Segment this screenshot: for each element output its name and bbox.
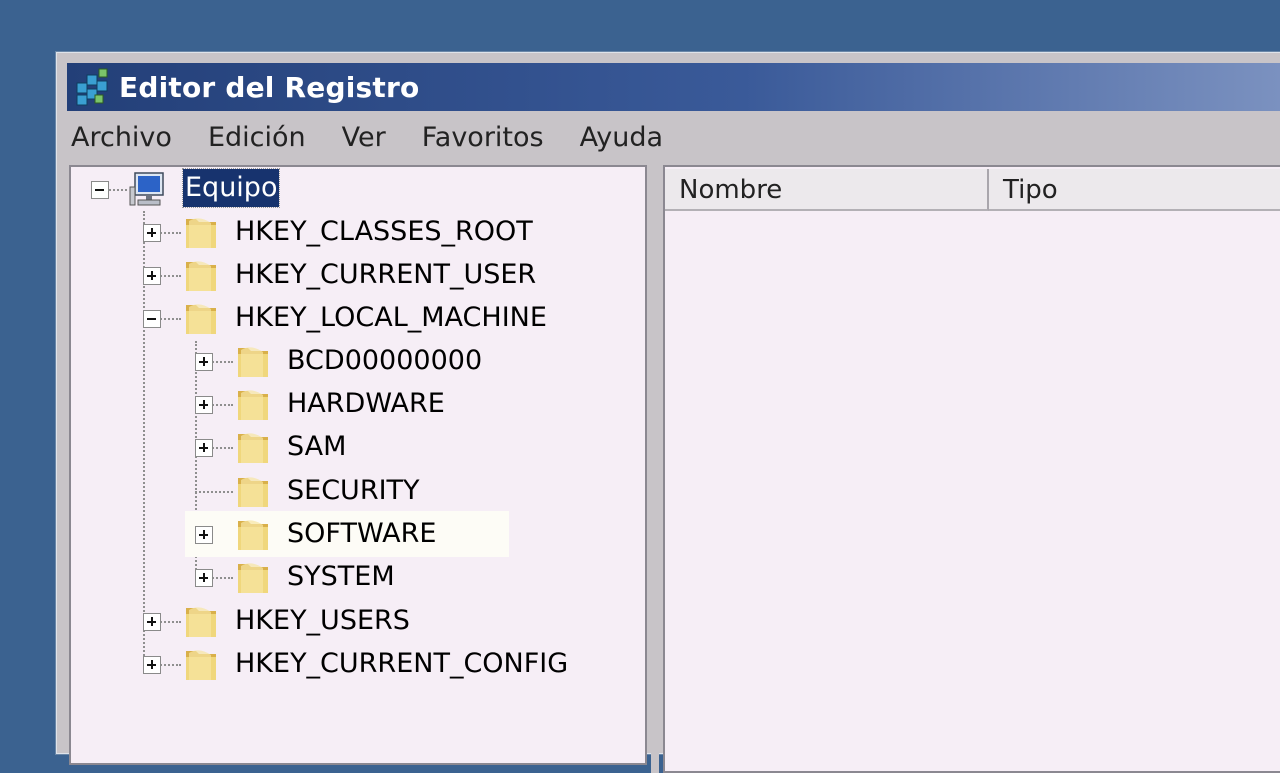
tree-node-security[interactable]: SECURITY [287,471,420,511]
column-header-tipo[interactable]: Tipo [989,169,1280,211]
folder-icon [186,607,216,637]
expand-toggle[interactable] [195,396,213,414]
folder-icon [186,218,216,248]
menu-ayuda[interactable]: Ayuda [578,122,665,153]
expand-toggle[interactable] [143,656,161,674]
registry-tree[interactable]: Equipo HKEY_CLASSES_ROOT HKEY_CURRENT_US… [69,165,647,765]
collapse-toggle[interactable] [143,310,161,328]
registry-editor-window: Editor del Registro Archivo Edición Ver … [56,52,1280,773]
folder-icon [238,347,268,377]
tree-node-equipo[interactable]: Equipo [181,168,281,208]
menu-ver[interactable]: Ver [340,122,388,153]
tree-node-sam[interactable]: SAM [287,427,346,467]
folder-icon [186,650,216,680]
folder-icon [186,261,216,291]
pane-splitter[interactable] [651,165,659,773]
tree-node-hkey-classes-root[interactable]: HKEY_CLASSES_ROOT [235,212,533,252]
menu-favoritos[interactable]: Favoritos [420,122,546,153]
folder-icon [238,433,268,463]
expand-toggle[interactable] [195,526,213,544]
menu-bar: Archivo Edición Ver Favoritos Ayuda [69,115,697,159]
folder-icon [238,390,268,420]
tree-node-hkey-current-user[interactable]: HKEY_CURRENT_USER [235,255,536,295]
column-header-nombre[interactable]: Nombre [665,169,989,211]
title-bar[interactable]: Editor del Registro [67,63,1280,111]
tree-node-bcd00000000[interactable]: BCD00000000 [287,341,482,381]
folder-icon [238,563,268,593]
window-title: Editor del Registro [119,70,420,104]
expand-toggle[interactable] [195,353,213,371]
tree-connector [195,491,233,493]
tree-node-hkey-users[interactable]: HKEY_USERS [235,601,410,641]
tree-node-hardware[interactable]: HARDWARE [287,384,445,424]
expand-toggle[interactable] [143,267,161,285]
expand-toggle[interactable] [143,224,161,242]
folder-icon [238,520,268,550]
tree-node-system[interactable]: SYSTEM [287,557,395,597]
tree-node-software[interactable]: SOFTWARE [287,514,436,554]
expand-toggle[interactable] [195,569,213,587]
folder-icon [238,477,268,507]
collapse-toggle[interactable] [91,181,109,199]
tree-node-hkey-current-config[interactable]: HKEY_CURRENT_CONFIG [235,644,568,684]
tree-connector [109,189,127,191]
values-list[interactable]: Nombre Tipo [663,165,1280,773]
expand-toggle[interactable] [195,439,213,457]
folder-open-icon [186,304,216,334]
expand-toggle[interactable] [143,613,161,631]
computer-icon [129,172,164,206]
menu-edicion[interactable]: Edición [206,122,308,153]
regedit-icon [76,68,108,106]
menu-archivo[interactable]: Archivo [69,122,174,153]
tree-node-hkey-local-machine[interactable]: HKEY_LOCAL_MACHINE [235,298,547,338]
